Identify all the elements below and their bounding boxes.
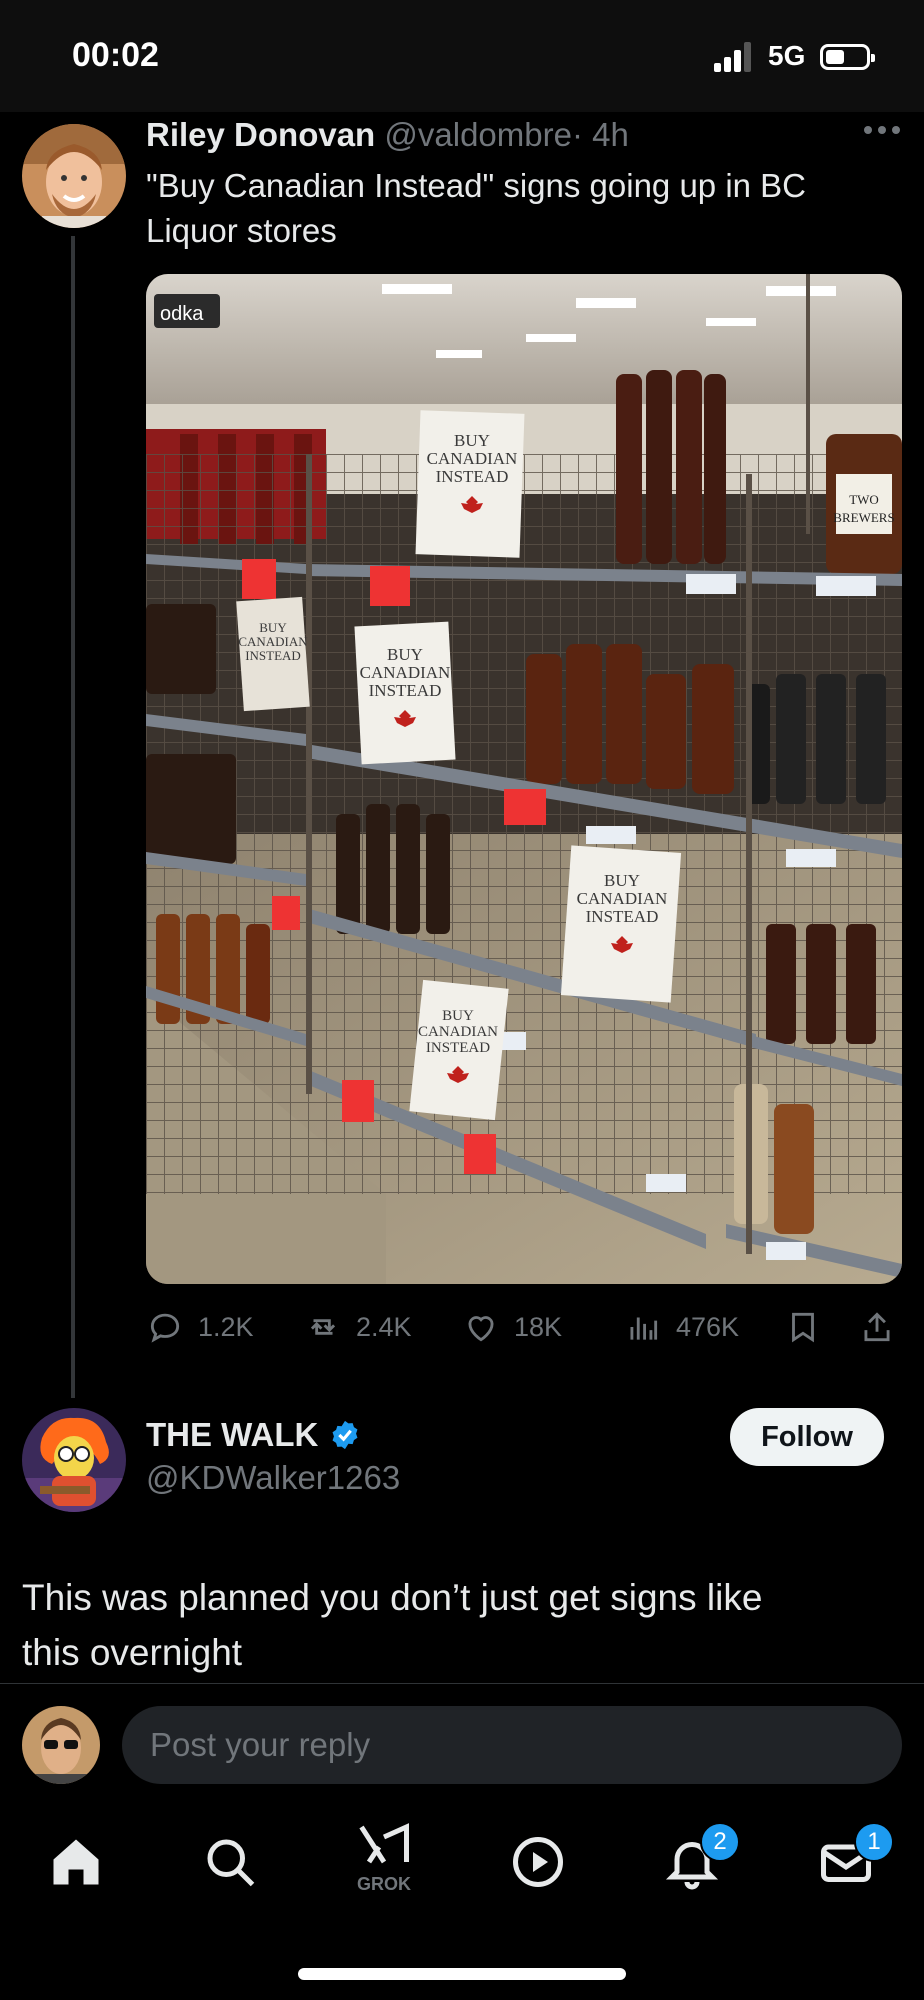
repost-button[interactable]: 2.4K — [304, 1308, 412, 1346]
share-icon — [864, 1312, 890, 1342]
sign-canadian: CANADIAN — [427, 449, 518, 468]
sign-canadian: CANADIAN — [238, 634, 308, 649]
share-button[interactable] — [858, 1308, 896, 1346]
status-time: 00:02 — [72, 36, 159, 74]
bookmark-icon — [792, 1312, 814, 1343]
tweet-header: Riley Donovan @valdombre· 4h — [146, 116, 629, 154]
like-button[interactable]: 18K — [462, 1308, 562, 1346]
sign-buy: BUY — [442, 1008, 474, 1024]
repost-count: 2.4K — [356, 1311, 412, 1342]
repost-icon — [310, 1319, 336, 1335]
verified-badge-icon — [332, 1420, 358, 1450]
notifications-badge: 2 — [700, 1822, 740, 1862]
sign-canadian: CANADIAN — [577, 889, 668, 908]
signal-icon — [714, 42, 754, 72]
search-icon — [207, 1839, 255, 1887]
sign-buy: BUY — [454, 431, 490, 450]
sign-instead: INSTEAD — [426, 1040, 490, 1056]
tweet-actions: 1.2K 2.4K 18K 476K — [146, 1308, 906, 1348]
sign-instead: INSTEAD — [436, 467, 509, 486]
sign-instead: INSTEAD — [369, 681, 442, 700]
grok-label: GROK — [357, 1874, 411, 1894]
views-icon — [630, 1317, 658, 1340]
follow-button[interactable]: Follow — [730, 1408, 884, 1466]
bookmark-button[interactable] — [784, 1308, 822, 1346]
photo-label-vodka: odka — [160, 303, 204, 325]
photo-label-two: TWO — [849, 492, 879, 507]
sign-instead: INSTEAD — [245, 648, 301, 663]
views-button[interactable]: 476K — [624, 1308, 739, 1346]
home-indicator — [298, 1968, 626, 1980]
photo-label-brewers: BREWERS — [833, 510, 894, 525]
photo-sign: BUY CANADIAN INSTEAD — [415, 410, 525, 558]
photo-sign: BUY CANADIAN INSTEAD — [354, 621, 456, 765]
reply-input[interactable]: Post your reply — [122, 1706, 902, 1784]
author-handle[interactable]: @valdombre — [384, 116, 572, 153]
my-avatar[interactable] — [22, 1706, 100, 1784]
play-icon — [513, 1837, 563, 1887]
tab-grok[interactable]: GROK — [354, 1822, 414, 1902]
heart-icon — [468, 1316, 494, 1342]
network-label: 5G — [768, 40, 806, 71]
more-options-icon[interactable] — [864, 126, 900, 136]
tweet-text: "Buy Canadian Instead" signs going up in… — [146, 163, 906, 253]
liquor-store-shelves-image: odka TWO BREWERS BUY CANADIAN INSTEAD BU… — [146, 274, 902, 1284]
divider — [0, 1683, 924, 1684]
tweet-text-line: Liquor stores — [146, 212, 337, 249]
photo-sign: BUY CANADIAN INSTEAD — [560, 845, 682, 1003]
reply-author-handle[interactable]: @KDWalker1263 — [146, 1459, 400, 1497]
reply-header: THE WALK — [146, 1416, 362, 1454]
reply-text: This was planned you don’t just get sign… — [22, 1570, 902, 1680]
photo-sign: BUY CANADIAN INSTEAD — [236, 596, 310, 712]
tweet-text-line: "Buy Canadian Instead" signs going up in… — [146, 167, 807, 204]
avatar[interactable] — [22, 124, 126, 228]
sign-buy: BUY — [387, 645, 423, 664]
battery-icon — [820, 44, 875, 70]
author-name[interactable]: Riley Donovan — [146, 116, 375, 153]
sign-canadian: CANADIAN — [418, 1024, 498, 1040]
reply-count: 1.2K — [198, 1311, 254, 1342]
avatar[interactable] — [22, 1408, 126, 1512]
messages-badge: 1 — [854, 1822, 894, 1862]
tab-notifications[interactable]: 2 — [662, 1822, 740, 1892]
sign-instead: INSTEAD — [586, 907, 659, 926]
view-count: 476K — [676, 1311, 740, 1342]
tab-messages[interactable]: 1 — [816, 1822, 894, 1892]
sign-canadian: CANADIAN — [360, 663, 451, 682]
tweet-time: · 4h — [571, 116, 629, 153]
reply-button[interactable]: 1.2K — [146, 1308, 254, 1346]
photo-sign: BUY CANADIAN INSTEAD — [409, 979, 509, 1121]
sign-buy: BUY — [604, 871, 640, 890]
like-count: 18K — [514, 1311, 563, 1342]
home-icon — [53, 1839, 99, 1885]
thread-line — [71, 236, 75, 1398]
grok-icon — [359, 1823, 409, 1864]
tab-search[interactable] — [200, 1832, 260, 1892]
reply-icon — [150, 1313, 180, 1343]
tab-video[interactable] — [508, 1832, 568, 1892]
reply-author-name[interactable]: THE WALK — [146, 1416, 318, 1454]
reply-text-line: This was planned you don’t just get sign… — [22, 1577, 763, 1618]
tab-home[interactable] — [46, 1832, 106, 1892]
tweet-photo[interactable]: odka TWO BREWERS BUY CANADIAN INSTEAD BU… — [146, 274, 902, 1284]
reply-text-line: this overnight — [22, 1632, 243, 1673]
sign-buy: BUY — [259, 620, 287, 635]
